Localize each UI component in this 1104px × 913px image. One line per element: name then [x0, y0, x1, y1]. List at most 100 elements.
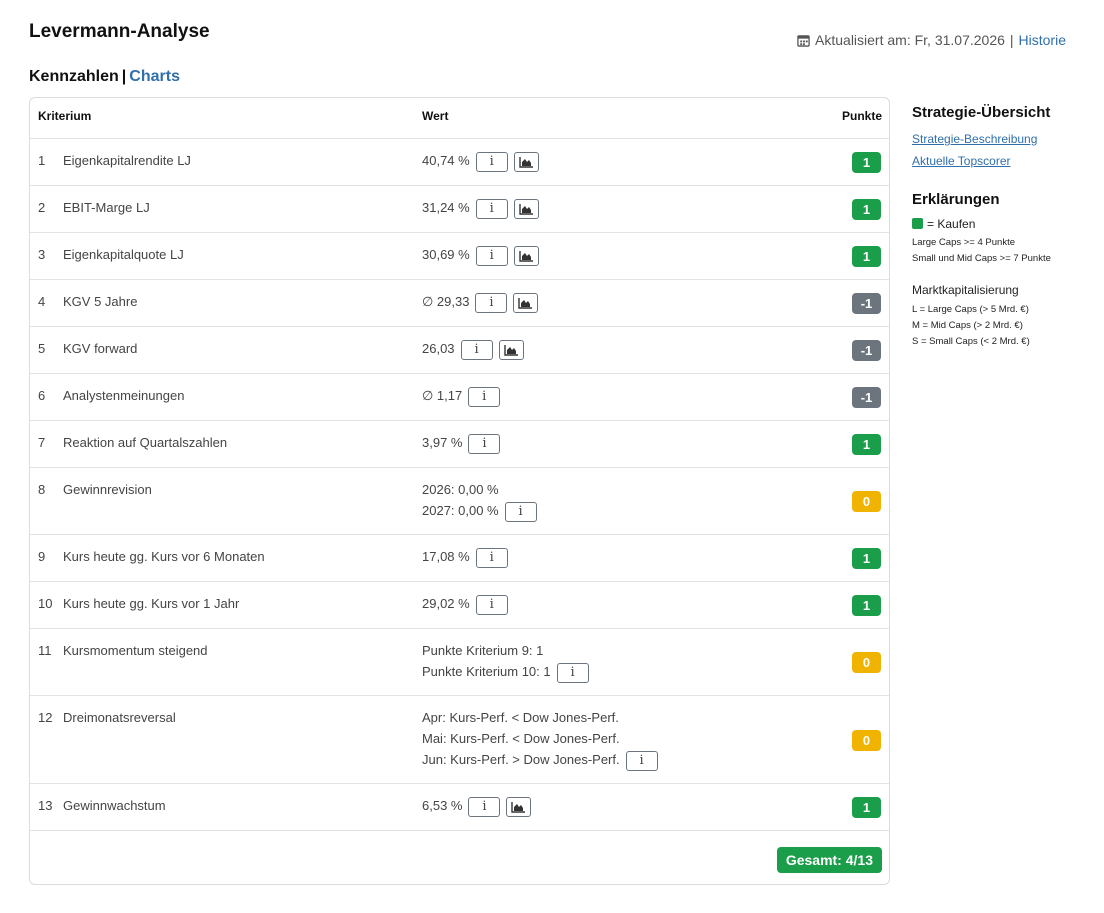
row-value-line: Punkte Kriterium 9: 1: [422, 640, 589, 661]
row-number: 11: [38, 643, 52, 658]
explanations-title: Erklärungen: [912, 191, 1000, 208]
row-value-text: 26,03: [422, 341, 455, 356]
table-row: 11 Kursmomentum steigend Punkte Kriterium …: [30, 628, 889, 695]
row-value-text: 30,69 %: [422, 247, 470, 262]
row-value: 3,97 % i: [422, 432, 501, 454]
points-badge: 1: [852, 434, 881, 455]
table-row: 5 KGV forward 26,03 i -1: [30, 326, 889, 373]
table-row: 1 Eigenkapitalrendite LJ 40,74 % i 1: [30, 138, 889, 185]
points-badge: 0: [852, 652, 881, 673]
info-button[interactable]: i: [504, 501, 537, 522]
info-button[interactable]: i: [475, 594, 508, 615]
points-badge: 1: [852, 152, 881, 173]
chart-button[interactable]: [513, 245, 539, 266]
row-value-line: 26,03 i: [422, 338, 524, 360]
row-value-line: ∅ 1,17 i: [422, 385, 501, 407]
area-chart-icon: [519, 250, 534, 262]
row-criterion: Reaktion auf Quartalszahlen: [63, 435, 228, 450]
chart-button[interactable]: [506, 796, 532, 817]
table-row: 7 Reaktion auf Quartalszahlen 3,97 % i 1: [30, 420, 889, 467]
row-value-text: 29,02 %: [422, 596, 470, 611]
area-chart-icon: [518, 297, 533, 309]
header-value: Wert: [422, 109, 449, 123]
points-badge: 1: [852, 246, 881, 267]
table-row: 8 Gewinnrevision 2026: 0,00 % 2027: 0,00 % i…: [30, 467, 889, 534]
chart-button[interactable]: [513, 198, 539, 219]
row-value-line: ∅ 29,33 i: [422, 291, 539, 313]
row-value-text: Apr: Kurs-Perf. < Dow Jones-Perf.: [422, 710, 619, 725]
row-number: 10: [38, 596, 53, 611]
info-button[interactable]: i: [475, 547, 508, 568]
row-criterion: Eigenkapitalquote LJ: [63, 247, 184, 262]
info-button[interactable]: i: [475, 198, 508, 219]
row-criterion: Kurs heute gg. Kurs vor 1 Jahr: [63, 596, 240, 611]
row-value-line: 2027: 0,00 % i: [422, 500, 537, 522]
row-criterion: Gewinnwachstum: [63, 798, 166, 813]
info-button[interactable]: i: [468, 433, 501, 454]
row-value-line: 29,02 % i: [422, 593, 508, 615]
info-button[interactable]: i: [556, 662, 589, 683]
points-badge: 1: [852, 548, 881, 569]
total-score-badge: Gesamt: 4/13: [776, 847, 882, 873]
row-number: 3: [38, 247, 46, 262]
info-button[interactable]: i: [625, 750, 658, 771]
info-button[interactable]: i: [468, 796, 501, 817]
row-value-line: 2026: 0,00 %: [422, 479, 537, 500]
row-criterion: KGV forward: [63, 341, 138, 356]
updated-separator: |: [1009, 32, 1014, 48]
row-value-text: 3,97 %: [422, 435, 463, 450]
history-link[interactable]: Historie: [1019, 32, 1066, 48]
section-separator: |: [121, 68, 127, 85]
area-chart-icon: [511, 801, 526, 813]
rules-list: Large Caps >= 4 Punkte Small und Mid Cap…: [912, 235, 1092, 267]
table-row: 6 Analystenmeinungen ∅ 1,17 i -1: [30, 373, 889, 420]
row-number: 8: [38, 482, 46, 497]
chart-button[interactable]: [513, 151, 539, 172]
row-value-line: Jun: Kurs-Perf. > Dow Jones-Perf. i: [422, 749, 658, 771]
row-number: 1: [38, 153, 46, 168]
info-button[interactable]: i: [475, 245, 508, 266]
info-button[interactable]: i: [460, 339, 493, 360]
points-badge: 0: [852, 491, 881, 512]
row-value: 6,53 % i: [422, 795, 532, 817]
row-criterion: Kurs heute gg. Kurs vor 6 Monaten: [63, 549, 265, 564]
row-number: 4: [38, 294, 46, 309]
row-value: Apr: Kurs-Perf. < Dow Jones-Perf. Mai: Ku…: [422, 707, 658, 771]
info-button[interactable]: i: [475, 151, 508, 172]
row-value-text: 2026: 0,00 %: [422, 482, 499, 497]
row-value-line: 6,53 % i: [422, 795, 532, 817]
chart-button[interactable]: [513, 292, 539, 313]
legend-buy-label: = Kaufen: [927, 217, 976, 231]
points-badge: 0: [852, 729, 881, 751]
top-scorer-link[interactable]: Aktuelle Topscorer: [912, 154, 1092, 168]
page-title: Levermann-Analyse: [29, 21, 210, 42]
info-button[interactable]: i: [468, 386, 501, 407]
info-button[interactable]: i: [475, 292, 508, 313]
header-points: Punkte: [841, 109, 882, 123]
row-value: Punkte Kriterium 9: 1 Punkte Kriterium 10…: [422, 640, 589, 683]
page: Levermann-Analyse Aktualisiert am: Fr, 3…: [0, 0, 1104, 913]
row-value: 26,03 i: [422, 338, 524, 360]
header-criterion: Kriterium: [38, 109, 92, 123]
strategy-description-link[interactable]: Strategie-Beschreibung: [912, 132, 1092, 146]
strategy-overview-title: Strategie-Übersicht: [912, 104, 1051, 121]
row-criterion: Eigenkapitalrendite LJ: [63, 153, 191, 168]
points-badge: -1: [852, 293, 881, 314]
row-criterion: Gewinnrevision: [63, 482, 152, 497]
points-badge: -1: [852, 387, 881, 408]
tab-charts[interactable]: Charts: [129, 68, 180, 85]
section-header: Kennzahlen | Charts: [29, 68, 180, 86]
criteria-table: Kriterium Wert Punkte 1 Eigenkapitalrendi…: [29, 97, 890, 885]
row-value: 29,02 % i: [422, 593, 508, 615]
tab-kennzahlen[interactable]: Kennzahlen: [29, 68, 119, 85]
row-value-text: Punkte Kriterium 9: 1: [422, 643, 544, 658]
row-value-text: 40,74 %: [422, 153, 470, 168]
row-criterion: KGV 5 Jahre: [63, 294, 138, 309]
row-value: 40,74 % i: [422, 150, 539, 172]
chart-button[interactable]: [498, 339, 524, 360]
cap-large: L = Large Caps (> 5 Mrd. €): [912, 304, 1029, 315]
row-number: 5: [38, 341, 46, 356]
row-value-text: ∅ 29,33: [422, 294, 470, 309]
cap-small: S = Small Caps (< 2 Mrd. €): [912, 336, 1030, 347]
points-badge: -1: [852, 340, 881, 361]
